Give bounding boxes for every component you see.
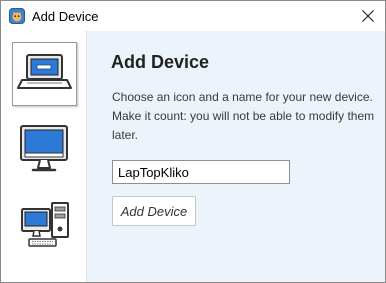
device-option-desktop-tower[interactable]: [12, 193, 77, 257]
laptop-icon: [17, 54, 72, 89]
desktop-tower-icon: [21, 202, 69, 247]
page-title: Add Device: [111, 52, 210, 72]
close-icon: [362, 10, 374, 22]
app-icon: [9, 8, 25, 24]
device-option-laptop[interactable]: [12, 42, 77, 106]
title-bar: Add Device: [1, 1, 385, 31]
device-option-desktop-monitor[interactable]: [12, 117, 77, 181]
desktop-monitor-icon: [20, 125, 68, 172]
close-button[interactable]: [351, 1, 385, 31]
device-icon-list: [1, 31, 87, 282]
instructions-text: Choose an icon and a name for your new d…: [112, 90, 375, 142]
window-title: Add Device: [32, 9, 99, 24]
add-device-window: Add Device Add Device Choose an icon and…: [0, 0, 386, 283]
add-device-button[interactable]: Add Device: [112, 196, 196, 226]
add-device-panel: Add Device Choose an icon and a name for…: [87, 31, 385, 282]
device-name-input[interactable]: [112, 160, 290, 184]
